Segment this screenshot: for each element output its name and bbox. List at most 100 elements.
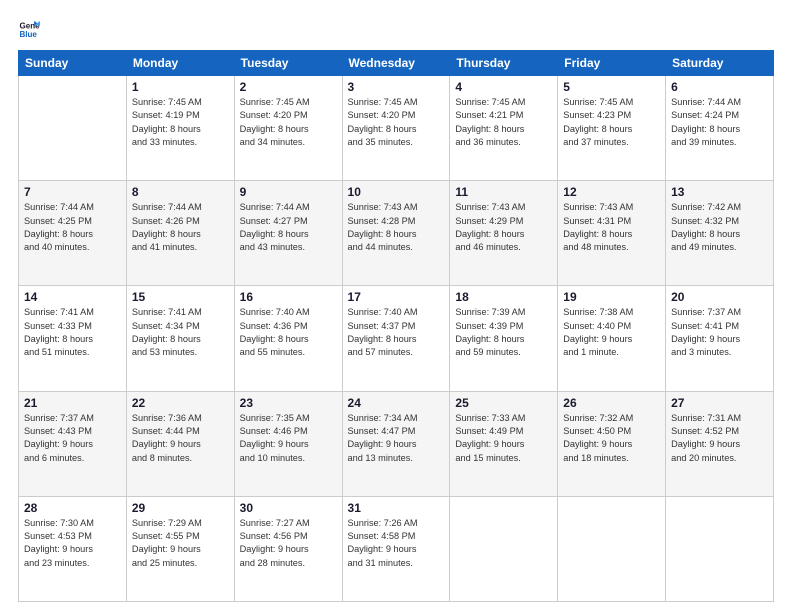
day-info: Sunrise: 7:40 AMSunset: 4:36 PMDaylight:… (240, 306, 337, 359)
day-info: Sunrise: 7:44 AMSunset: 4:25 PMDaylight:… (24, 201, 121, 254)
day-number: 21 (24, 396, 121, 410)
day-number: 8 (132, 185, 229, 199)
calendar-cell: 22 Sunrise: 7:36 AMSunset: 4:44 PMDayligh… (126, 391, 234, 496)
calendar-cell: 10 Sunrise: 7:43 AMSunset: 4:28 PMDayligh… (342, 181, 450, 286)
day-number: 15 (132, 290, 229, 304)
calendar-cell: 26 Sunrise: 7:32 AMSunset: 4:50 PMDayligh… (558, 391, 666, 496)
day-info: Sunrise: 7:31 AMSunset: 4:52 PMDaylight:… (671, 412, 768, 465)
calendar-cell (19, 76, 127, 181)
day-number: 19 (563, 290, 660, 304)
day-info: Sunrise: 7:45 AMSunset: 4:19 PMDaylight:… (132, 96, 229, 149)
weekday-header-sunday: Sunday (19, 51, 127, 76)
calendar-cell: 8Sunrise: 7:44 AMSunset: 4:26 PMDaylight… (126, 181, 234, 286)
calendar-cell: 9Sunrise: 7:44 AMSunset: 4:27 PMDaylight… (234, 181, 342, 286)
day-number: 16 (240, 290, 337, 304)
day-number: 25 (455, 396, 552, 410)
day-info: Sunrise: 7:33 AMSunset: 4:49 PMDaylight:… (455, 412, 552, 465)
logo: General Blue (18, 18, 44, 40)
day-info: Sunrise: 7:37 AMSunset: 4:43 PMDaylight:… (24, 412, 121, 465)
day-number: 24 (348, 396, 445, 410)
weekday-header-thursday: Thursday (450, 51, 558, 76)
header: General Blue (18, 18, 774, 40)
day-info: Sunrise: 7:45 AMSunset: 4:21 PMDaylight:… (455, 96, 552, 149)
calendar-cell: 5 Sunrise: 7:45 AMSunset: 4:23 PMDaylight… (558, 76, 666, 181)
calendar-cell: 1 Sunrise: 7:45 AMSunset: 4:19 PMDaylight… (126, 76, 234, 181)
day-info: Sunrise: 7:45 AMSunset: 4:20 PMDaylight:… (348, 96, 445, 149)
calendar-cell: 21 Sunrise: 7:37 AMSunset: 4:43 PMDayligh… (19, 391, 127, 496)
svg-text:General: General (19, 21, 40, 30)
calendar-cell: 18Sunrise: 7:39 AMSunset: 4:39 PMDayligh… (450, 286, 558, 391)
day-info: Sunrise: 7:38 AMSunset: 4:40 PMDaylight:… (563, 306, 660, 359)
calendar-cell: 25 Sunrise: 7:33 AMSunset: 4:49 PMDayligh… (450, 391, 558, 496)
calendar-cell (558, 496, 666, 601)
calendar-cell (666, 496, 774, 601)
calendar: SundayMondayTuesdayWednesdayThursdayFrid… (18, 50, 774, 602)
calendar-cell: 24Sunrise: 7:34 AMSunset: 4:47 PMDayligh… (342, 391, 450, 496)
day-info: Sunrise: 7:43 AMSunset: 4:31 PMDaylight:… (563, 201, 660, 254)
calendar-cell: 4 Sunrise: 7:45 AMSunset: 4:21 PMDaylight… (450, 76, 558, 181)
day-number: 7 (24, 185, 121, 199)
day-number: 10 (348, 185, 445, 199)
day-number: 11 (455, 185, 552, 199)
weekday-header-tuesday: Tuesday (234, 51, 342, 76)
weekday-header-wednesday: Wednesday (342, 51, 450, 76)
day-number: 26 (563, 396, 660, 410)
calendar-cell: 14 Sunrise: 7:41 AMSunset: 4:33 PMDayligh… (19, 286, 127, 391)
calendar-cell: 19 Sunrise: 7:38 AMSunset: 4:40 PMDayligh… (558, 286, 666, 391)
calendar-cell: 2 Sunrise: 7:45 AMSunset: 4:20 PMDaylight… (234, 76, 342, 181)
day-info: Sunrise: 7:32 AMSunset: 4:50 PMDaylight:… (563, 412, 660, 465)
day-number: 22 (132, 396, 229, 410)
day-info: Sunrise: 7:26 AMSunset: 4:58 PMDaylight:… (348, 517, 445, 570)
calendar-cell: 28Sunrise: 7:30 AMSunset: 4:53 PMDayligh… (19, 496, 127, 601)
day-number: 30 (240, 501, 337, 515)
day-number: 4 (455, 80, 552, 94)
calendar-cell: 29 Sunrise: 7:29 AMSunset: 4:55 PMDayligh… (126, 496, 234, 601)
calendar-cell: 17 Sunrise: 7:40 AMSunset: 4:37 PMDayligh… (342, 286, 450, 391)
calendar-cell: 3 Sunrise: 7:45 AMSunset: 4:20 PMDaylight… (342, 76, 450, 181)
day-info: Sunrise: 7:44 AMSunset: 4:24 PMDaylight:… (671, 96, 768, 149)
day-info: Sunrise: 7:41 AMSunset: 4:33 PMDaylight:… (24, 306, 121, 359)
day-info: Sunrise: 7:45 AMSunset: 4:23 PMDaylight:… (563, 96, 660, 149)
calendar-cell: 11 Sunrise: 7:43 AMSunset: 4:29 PMDayligh… (450, 181, 558, 286)
weekday-header-saturday: Saturday (666, 51, 774, 76)
day-number: 13 (671, 185, 768, 199)
calendar-cell: 13 Sunrise: 7:42 AMSunset: 4:32 PMDayligh… (666, 181, 774, 286)
day-number: 6 (671, 80, 768, 94)
day-info: Sunrise: 7:35 AMSunset: 4:46 PMDaylight:… (240, 412, 337, 465)
day-number: 1 (132, 80, 229, 94)
day-number: 29 (132, 501, 229, 515)
day-number: 3 (348, 80, 445, 94)
day-number: 27 (671, 396, 768, 410)
day-number: 20 (671, 290, 768, 304)
day-info: Sunrise: 7:37 AMSunset: 4:41 PMDaylight:… (671, 306, 768, 359)
day-info: Sunrise: 7:43 AMSunset: 4:28 PMDaylight:… (348, 201, 445, 254)
calendar-cell: 16 Sunrise: 7:40 AMSunset: 4:36 PMDayligh… (234, 286, 342, 391)
day-number: 14 (24, 290, 121, 304)
calendar-cell (450, 496, 558, 601)
calendar-cell: 30Sunrise: 7:27 AMSunset: 4:56 PMDayligh… (234, 496, 342, 601)
day-info: Sunrise: 7:40 AMSunset: 4:37 PMDaylight:… (348, 306, 445, 359)
calendar-cell: 31 Sunrise: 7:26 AMSunset: 4:58 PMDayligh… (342, 496, 450, 601)
day-info: Sunrise: 7:36 AMSunset: 4:44 PMDaylight:… (132, 412, 229, 465)
day-number: 23 (240, 396, 337, 410)
weekday-header-monday: Monday (126, 51, 234, 76)
calendar-cell: 23 Sunrise: 7:35 AMSunset: 4:46 PMDayligh… (234, 391, 342, 496)
day-number: 31 (348, 501, 445, 515)
calendar-cell: 20 Sunrise: 7:37 AMSunset: 4:41 PMDayligh… (666, 286, 774, 391)
calendar-cell: 7 Sunrise: 7:44 AMSunset: 4:25 PMDaylight… (19, 181, 127, 286)
day-number: 2 (240, 80, 337, 94)
day-number: 12 (563, 185, 660, 199)
day-info: Sunrise: 7:45 AMSunset: 4:20 PMDaylight:… (240, 96, 337, 149)
svg-text:Blue: Blue (19, 30, 37, 39)
day-number: 17 (348, 290, 445, 304)
day-info: Sunrise: 7:43 AMSunset: 4:29 PMDaylight:… (455, 201, 552, 254)
day-info: Sunrise: 7:39 AMSunset: 4:39 PMDaylight:… (455, 306, 552, 359)
calendar-cell: 12 Sunrise: 7:43 AMSunset: 4:31 PMDayligh… (558, 181, 666, 286)
calendar-cell: 27 Sunrise: 7:31 AMSunset: 4:52 PMDayligh… (666, 391, 774, 496)
day-info: Sunrise: 7:29 AMSunset: 4:55 PMDaylight:… (132, 517, 229, 570)
day-number: 28 (24, 501, 121, 515)
day-number: 5 (563, 80, 660, 94)
day-info: Sunrise: 7:42 AMSunset: 4:32 PMDaylight:… (671, 201, 768, 254)
calendar-cell: 15Sunrise: 7:41 AMSunset: 4:34 PMDayligh… (126, 286, 234, 391)
day-number: 9 (240, 185, 337, 199)
